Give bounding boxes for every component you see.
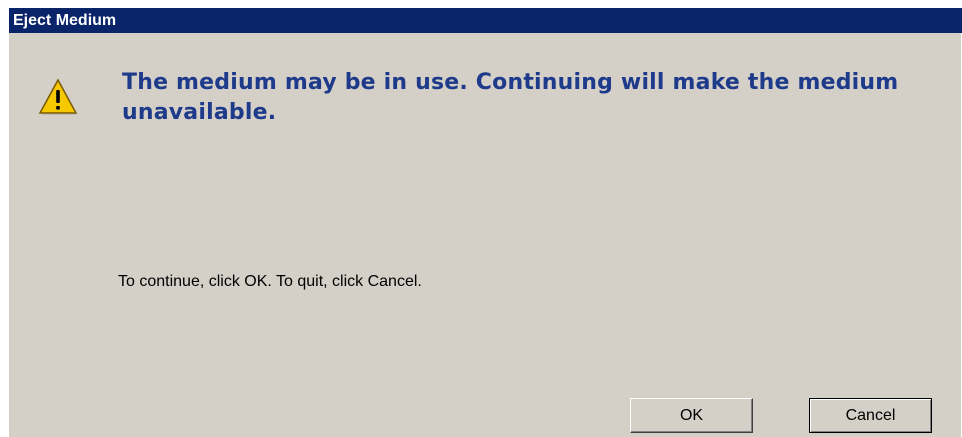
eject-medium-dialog: Eject Medium The medium may be in use. C… [8, 8, 962, 437]
instruction-text: To continue, click OK. To quit, click Ca… [118, 273, 422, 290]
ok-button[interactable]: OK [630, 398, 753, 433]
cancel-button[interactable]: Cancel [809, 398, 932, 433]
warning-icon [38, 77, 78, 117]
warning-message: The medium may be in use. Continuing wil… [122, 70, 899, 125]
dialog-title: Eject Medium [9, 8, 962, 33]
